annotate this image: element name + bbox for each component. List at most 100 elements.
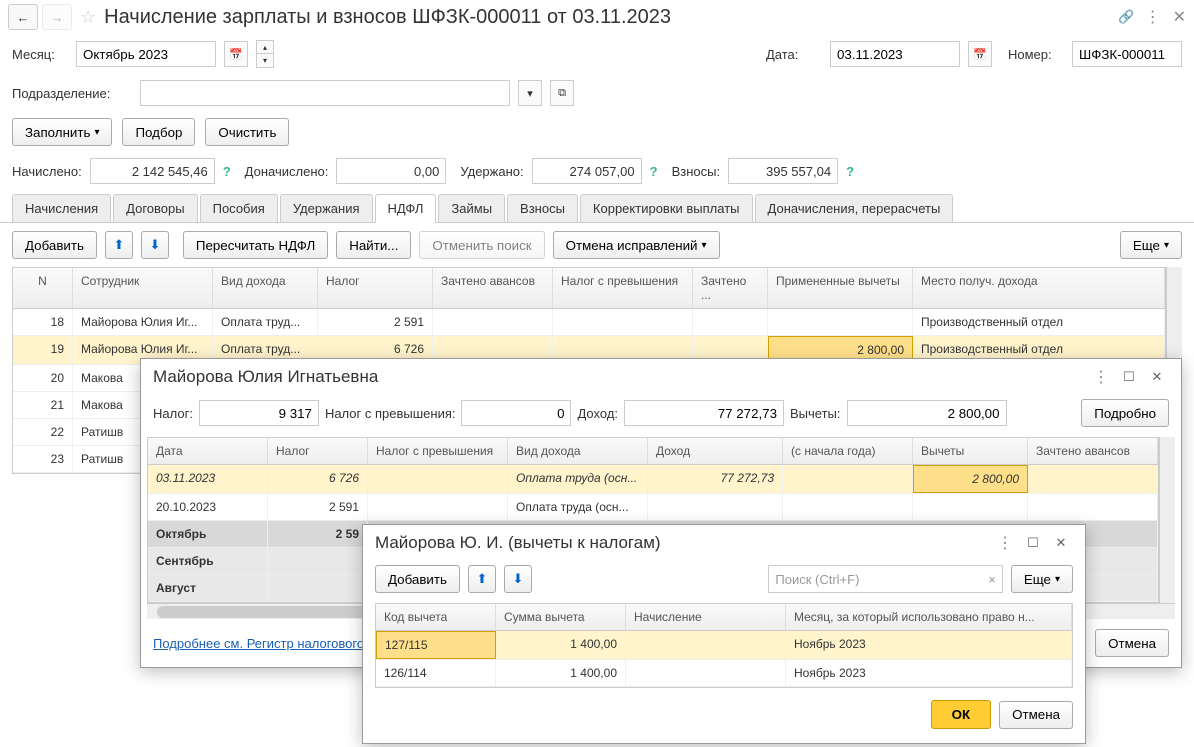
month-down-button[interactable]: ▾ <box>257 54 273 67</box>
accrued-value: 2 142 545,46 <box>90 158 215 184</box>
table-row[interactable]: 127/1151 400,00Ноябрь 2023 <box>376 631 1072 660</box>
popup2-menu-icon[interactable]: ⋮ <box>993 533 1017 553</box>
tab-contracts[interactable]: Договоры <box>113 194 197 222</box>
p1-col-date[interactable]: Дата <box>148 438 268 464</box>
p1-col-adv[interactable]: Зачтено авансов <box>1028 438 1158 464</box>
tab-recalc[interactable]: Доначисления, перерасчеты <box>755 194 954 222</box>
p1-col-income[interactable]: Доход <box>648 438 783 464</box>
col-income-kind[interactable]: Вид дохода <box>213 268 318 308</box>
col-employee[interactable]: Сотрудник <box>73 268 213 308</box>
date-input[interactable] <box>830 41 960 67</box>
fill-button[interactable]: Заполнить <box>12 118 112 146</box>
month-input[interactable] <box>76 41 216 67</box>
popup2-cancel-button[interactable]: Отмена <box>999 701 1073 729</box>
withheld-value: 274 057,00 <box>532 158 642 184</box>
tab-corrections[interactable]: Корректировки выплаты <box>580 194 753 222</box>
close-icon[interactable]: ✕ <box>1173 7 1186 27</box>
tab-accruals[interactable]: Начисления <box>12 194 111 222</box>
p2-col-code[interactable]: Код вычета <box>376 604 496 630</box>
popup2-down-button[interactable]: ⬇ <box>504 565 532 593</box>
popup2-more-button[interactable]: Еще <box>1011 565 1073 593</box>
p1-exc-input[interactable] <box>461 400 571 426</box>
table-row[interactable]: 126/1141 400,00Ноябрь 2023 <box>376 660 1072 687</box>
popup1-close-icon[interactable]: ✕ <box>1145 367 1169 387</box>
menu-dots-icon[interactable]: ⋮ <box>1145 7 1161 27</box>
popup2-add-button[interactable]: Добавить <box>375 565 460 593</box>
popup2-maximize-icon[interactable]: ☐ <box>1021 533 1045 553</box>
col-place[interactable]: Место получ. дохода <box>913 268 1165 308</box>
col-n[interactable]: N <box>13 268 73 308</box>
p1-col-kind[interactable]: Вид дохода <box>508 438 648 464</box>
help-icon[interactable]: ? <box>223 164 231 179</box>
p1-col-tax[interactable]: Налог <box>268 438 368 464</box>
p1-col-exc[interactable]: Налог с превышения <box>368 438 508 464</box>
register-link[interactable]: Подробнее см. Регистр налогового <box>153 636 364 651</box>
col-tax[interactable]: Налог <box>318 268 433 308</box>
table-row[interactable]: 20.10.20232 591Оплата труда (осн... <box>148 494 1158 521</box>
ok-button[interactable]: ОК <box>931 700 992 729</box>
move-up-button[interactable]: ⬆ <box>105 231 133 259</box>
p1-col-deduct[interactable]: Вычеты <box>913 438 1028 464</box>
cancel-search-button[interactable]: Отменить поиск <box>419 231 544 259</box>
add-button[interactable]: Добавить <box>12 231 97 259</box>
p1-scrollbar[interactable] <box>1159 437 1175 603</box>
cancel-fixes-button[interactable]: Отмена исправлений <box>553 231 720 259</box>
popup1-menu-icon[interactable]: ⋮ <box>1089 367 1113 387</box>
col-excess[interactable]: Налог с превышения <box>553 268 693 308</box>
popup1-cancel-button[interactable]: Отмена <box>1095 629 1169 657</box>
date-calendar-icon[interactable]: 📅 <box>968 41 992 67</box>
popup1-maximize-icon[interactable]: ☐ <box>1117 367 1141 387</box>
nav-back-button[interactable]: ← <box>8 4 38 30</box>
col-credited[interactable]: Зачтено ... <box>693 268 768 308</box>
recalc-button[interactable]: Пересчитать НДФЛ <box>183 231 328 259</box>
tab-loans[interactable]: Займы <box>438 194 505 222</box>
p1-income-input[interactable] <box>624 400 784 426</box>
dept-dropdown-button[interactable]: ▾ <box>518 80 542 106</box>
nav-forward-button[interactable]: → <box>42 4 72 30</box>
contrib-label: Взносы: <box>672 164 721 179</box>
number-input[interactable] <box>1072 41 1182 67</box>
link-icon[interactable]: 🔗 <box>1118 9 1134 25</box>
dept-input[interactable] <box>140 80 510 106</box>
help-icon-3[interactable]: ? <box>846 164 854 179</box>
more-button[interactable]: Еще <box>1120 231 1182 259</box>
tab-benefits[interactable]: Пособия <box>200 194 278 222</box>
tab-contrib[interactable]: Взносы <box>507 194 578 222</box>
pick-button[interactable]: Подбор <box>122 118 195 146</box>
p1-tax-input[interactable] <box>199 400 319 426</box>
withheld-label: Удержано: <box>460 164 523 179</box>
p1-col-year[interactable]: (с начала года) <box>783 438 913 464</box>
p1-deduct-input[interactable] <box>847 400 1007 426</box>
cell-n: 20 <box>13 365 73 391</box>
popup2-up-button[interactable]: ⬆ <box>468 565 496 593</box>
table-row[interactable]: 18Майорова Юлия Иг...Оплата труд...2 591… <box>13 309 1165 336</box>
p1-income-label: Доход: <box>577 406 618 421</box>
popup2-close-icon[interactable]: ✕ <box>1049 533 1073 553</box>
cell-n: 21 <box>13 392 73 418</box>
find-button[interactable]: Найти... <box>336 231 411 259</box>
p2-col-month[interactable]: Месяц, за который использовано право н..… <box>786 604 1072 630</box>
clear-button[interactable]: Очистить <box>205 118 289 146</box>
search-placeholder: Поиск (Ctrl+F) <box>775 572 859 587</box>
p2-col-accrual[interactable]: Начисление <box>626 604 786 630</box>
popup2-search-input[interactable]: Поиск (Ctrl+F) × <box>768 565 1002 593</box>
col-advance[interactable]: Зачтено авансов <box>433 268 553 308</box>
search-clear-icon[interactable]: × <box>988 572 996 587</box>
col-deductions[interactable]: Примененные вычеты <box>768 268 913 308</box>
popup2-title: Майорова Ю. И. (вычеты к налогам) <box>375 533 989 553</box>
tab-ndfl[interactable]: НДФЛ <box>375 194 437 223</box>
help-icon-2[interactable]: ? <box>650 164 658 179</box>
calendar-icon[interactable]: 📅 <box>224 41 248 67</box>
dept-open-button[interactable]: ⧉ <box>550 80 574 106</box>
tab-withholdings[interactable]: Удержания <box>280 194 373 222</box>
favorite-star-icon[interactable]: ☆ <box>80 7 96 28</box>
p2-col-sum[interactable]: Сумма вычета <box>496 604 626 630</box>
table-row[interactable]: 03.11.20236 726Оплата труда (осн...77 27… <box>148 465 1158 494</box>
cell-place: Производственный отдел <box>913 309 1165 335</box>
move-down-button[interactable]: ⬇ <box>141 231 169 259</box>
detail-button[interactable]: Подробно <box>1081 399 1169 427</box>
number-label: Номер: <box>1008 47 1064 62</box>
month-up-button[interactable]: ▴ <box>257 41 273 54</box>
page-title: Начисление зарплаты и взносов ШФЗК-00001… <box>104 6 1108 29</box>
p1-tax-label: Налог: <box>153 406 193 421</box>
